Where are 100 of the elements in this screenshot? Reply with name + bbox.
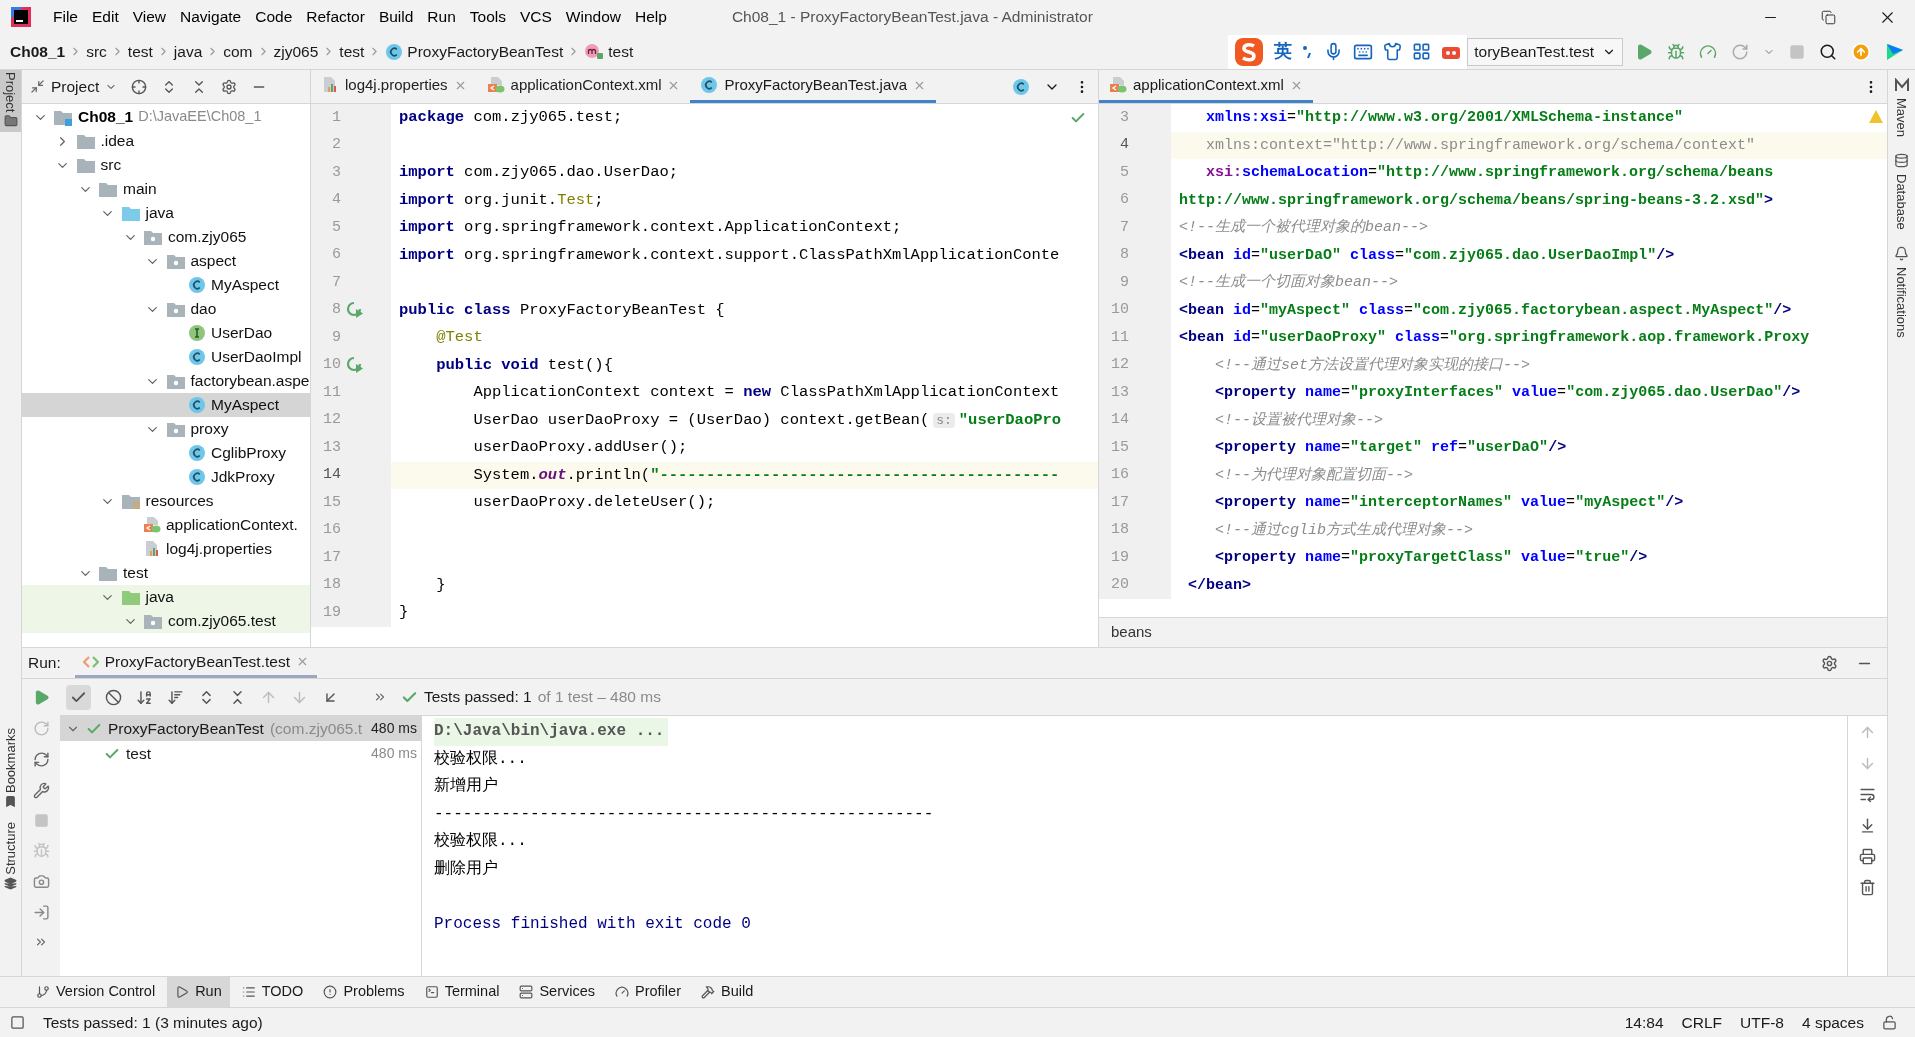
wrench-icon[interactable]: [32, 782, 50, 799]
menu-item[interactable]: View: [125, 5, 174, 29]
tree-item[interactable]: resources: [22, 489, 310, 513]
tool-window-tab[interactable]: TODO: [233, 977, 312, 1007]
clear-icon[interactable]: [1859, 879, 1876, 896]
status-item[interactable]: CRLF: [1681, 1010, 1723, 1035]
soft-wrap-icon[interactable]: [1859, 786, 1876, 803]
folder-icon[interactable]: [3, 114, 18, 129]
tree-item[interactable]: MyAspect: [22, 273, 310, 297]
side-tab[interactable]: Structure: [0, 820, 27, 877]
status-item[interactable]: 4 spaces: [1801, 1010, 1864, 1035]
breadcrumb[interactable]: test: [584, 39, 634, 64]
side-tab[interactable]: Bookmarks: [0, 726, 27, 796]
tree-item[interactable]: com.zjy065.test: [22, 609, 310, 633]
menu-item[interactable]: VCS: [512, 5, 559, 29]
status-item[interactable]: UTF-8: [1740, 1010, 1784, 1035]
panel-toggle-icon[interactable]: [10, 1015, 25, 1030]
menu-item[interactable]: Code: [248, 5, 300, 29]
tree-item[interactable]: .idea: [22, 129, 310, 153]
tool-window-tab[interactable]: Profiler: [607, 977, 689, 1007]
editor-tab[interactable]: log4j.properties: [311, 70, 477, 103]
structure-icon[interactable]: [4, 877, 17, 890]
lock-icon[interactable]: [1882, 1015, 1897, 1030]
menu-item[interactable]: File: [46, 5, 85, 29]
breadcrumb[interactable]: beans: [1111, 621, 1152, 644]
breadcrumb[interactable]: src: [86, 39, 107, 64]
settings-icon[interactable]: [1821, 654, 1838, 672]
editor-tab[interactable]: applicationContext.xml: [476, 70, 691, 103]
tree-item[interactable]: CglibProxy: [22, 441, 310, 465]
scroll-to-end-icon[interactable]: [1859, 817, 1876, 834]
breadcrumb[interactable]: zjy065: [273, 39, 319, 64]
line-number: 3: [1119, 107, 1129, 128]
menu-item[interactable]: Help: [628, 5, 674, 29]
menu-item[interactable]: Build: [371, 5, 421, 29]
test-item[interactable]: test 480 ms: [60, 741, 421, 766]
ime-mode[interactable]: 英: [1274, 38, 1293, 65]
breadcrumb[interactable]: test: [127, 39, 153, 64]
tree-item[interactable]: UserDaoImpl: [22, 345, 310, 369]
tree-item[interactable]: factorybean.aspe: [22, 369, 310, 393]
search-icon[interactable]: [1819, 42, 1837, 61]
menu-item[interactable]: Refactor: [299, 5, 372, 29]
side-tab[interactable]: Maven: [1885, 96, 1915, 140]
tree-item-label: com.zjy065.test: [168, 611, 276, 632]
breadcrumb[interactable]: ProxyFactoryBeanTest: [385, 39, 564, 64]
show-ignored-icon[interactable]: [105, 688, 122, 706]
breadcrumb[interactable]: Ch08_1: [10, 39, 66, 64]
run-icon[interactable]: [1635, 42, 1653, 61]
restore-icon[interactable]: [1821, 9, 1836, 25]
tool-window-tab[interactable]: Version Control: [28, 977, 164, 1007]
tree-item[interactable]: aspect: [22, 249, 310, 273]
sort-alpha-icon[interactable]: [136, 688, 153, 706]
run-gutter-icon[interactable]: [346, 356, 364, 375]
show-passed-toggle[interactable]: [66, 684, 91, 710]
menu-item[interactable]: Run: [420, 5, 463, 29]
tool-window-tab[interactable]: Run: [167, 977, 230, 1007]
tree-item[interactable]: com.zjy065: [22, 225, 310, 249]
tool-window-tab[interactable]: Problems: [315, 977, 413, 1007]
tree-item[interactable]: JdkProxy: [22, 465, 310, 489]
tree-item[interactable]: main: [22, 177, 310, 201]
tool-window-tab[interactable]: Build: [692, 977, 762, 1007]
tree-item[interactable]: src: [22, 153, 310, 177]
sort-duration-icon[interactable]: [167, 688, 184, 706]
tree-item[interactable]: log4j.properties: [22, 537, 310, 561]
test-run-icon: [82, 654, 99, 669]
run-configuration-tab[interactable]: ProxyFactoryBeanTest.test: [74, 648, 317, 678]
camera-icon[interactable]: [32, 873, 50, 890]
properties-file-icon: [321, 76, 339, 94]
tree-item[interactable]: MyAspect: [22, 393, 310, 417]
side-tab[interactable]: Notifications: [1885, 264, 1915, 340]
grid-icon[interactable]: [1412, 42, 1432, 61]
ime-toolbar[interactable]: 英: [1228, 34, 1468, 69]
tree-item[interactable]: test: [22, 561, 310, 585]
breadcrumb[interactable]: test: [339, 39, 365, 64]
side-tab[interactable]: Database: [1885, 172, 1915, 232]
menu-item[interactable]: Edit: [85, 5, 126, 29]
print-icon[interactable]: [1859, 848, 1876, 865]
coverage-icon[interactable]: [1699, 42, 1717, 61]
tree-item[interactable]: java: [22, 585, 310, 609]
run-gutter-icon[interactable]: [346, 301, 364, 320]
settings-icon[interactable]: [221, 78, 238, 95]
shirt-icon[interactable]: [1383, 42, 1403, 61]
tool-window-tab[interactable]: Terminal: [416, 977, 508, 1007]
menu-item[interactable]: Tools: [462, 5, 513, 29]
test-item[interactable]: ProxyFactoryBeanTest (com.zjy065.t 480 ms: [60, 716, 421, 741]
exit-icon[interactable]: [32, 904, 50, 921]
tree-item[interactable]: applicationContext.: [22, 513, 310, 537]
menu-item[interactable]: Navigate: [173, 5, 249, 29]
run-config-dropdown[interactable]: toryBeanTest.test: [1467, 37, 1623, 66]
debug-icon[interactable]: [1667, 42, 1685, 61]
tree-item[interactable]: dao: [22, 297, 310, 321]
tree-item[interactable]: proxy: [22, 417, 310, 441]
bookmark-icon[interactable]: [4, 795, 17, 809]
breadcrumb[interactable]: java: [173, 39, 203, 64]
tree-item[interactable]: java: [22, 201, 310, 225]
tree-item[interactable]: UserDao: [22, 321, 310, 345]
tool-window-tab[interactable]: Services: [511, 977, 604, 1007]
status-item[interactable]: 14:84: [1624, 1010, 1664, 1035]
breadcrumb[interactable]: com: [223, 39, 253, 64]
menu-item[interactable]: Window: [558, 5, 628, 29]
locate-icon[interactable]: [131, 78, 148, 95]
